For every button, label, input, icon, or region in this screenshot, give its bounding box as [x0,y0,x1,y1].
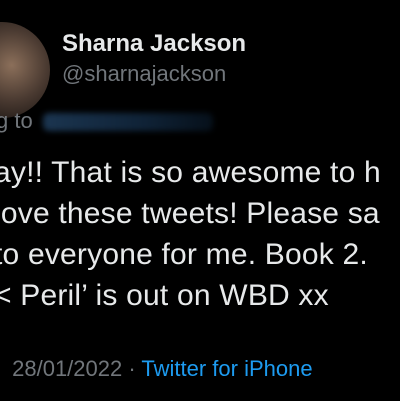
replying-to-label: g to [0,108,33,133]
tweet-metadata: 28/01/2022 · Twitter for iPhone [0,356,312,382]
replied-user-handle-redacted[interactable] [42,113,213,132]
author-handle[interactable]: @sharnajackson [62,61,226,87]
author-name[interactable]: Sharna Jackson [62,30,246,58]
tweet-date[interactable]: 28/01/2022 [12,356,122,381]
tweet-card: Sharna Jackson @sharnajackson g to ay!! … [0,0,400,401]
tweet-text-line-1: ay!! That is so awesome to h [0,156,381,189]
tweet-text-line-3: to everyone for me. Book 2. [0,238,368,271]
tweet-text-line-4: < Peril’ is out on WBD xx [0,279,329,312]
tweet-text-line-2: love these tweets! Please sa [0,197,380,230]
replying-to-row: g to [0,108,213,134]
author-avatar[interactable] [0,22,50,118]
timestamp-spacer [0,359,6,381]
tweet-source-link[interactable]: Twitter for iPhone [141,356,312,381]
meta-separator: · [128,356,136,381]
